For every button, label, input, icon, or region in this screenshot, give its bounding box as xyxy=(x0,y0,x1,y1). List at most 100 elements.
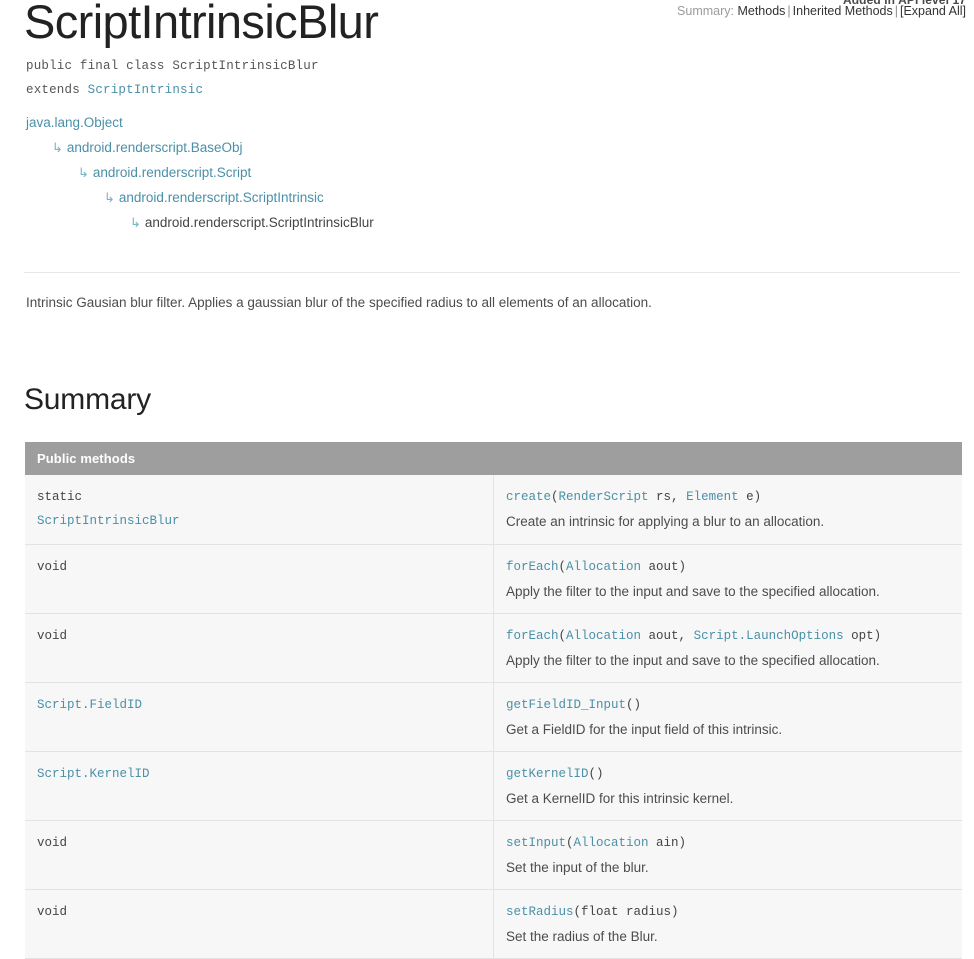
extends-keyword: extends xyxy=(26,83,80,97)
method-name-link[interactable]: Allocation xyxy=(566,629,641,643)
inheritance-node-label: android.renderscript.ScriptIntrinsicBlur xyxy=(144,215,374,230)
return-type-link[interactable]: ScriptIntrinsicBlur xyxy=(37,514,180,528)
table-row: static ScriptIntrinsicBlur create(RenderSc… xyxy=(25,475,962,545)
method-description: Get a KernelID for this intrinsic kernel… xyxy=(506,791,734,806)
table-row: void setInput(Allocation ain) Set the inpu… xyxy=(25,820,962,890)
method-name-link[interactable]: create xyxy=(506,490,551,504)
method-signature-text: e) xyxy=(738,490,762,504)
method-signature-text: aout) xyxy=(641,560,687,574)
return-type-modifier: static xyxy=(37,490,83,504)
return-type-modifier: void xyxy=(37,905,68,919)
method-signature-cell: getKernelID() Get a KernelID for this int… xyxy=(493,751,962,821)
method-signature-text: () xyxy=(588,767,604,781)
method-signature: getKernelID() xyxy=(506,762,954,786)
table-row: void forEach(Allocation aout, Script.Laun… xyxy=(25,613,962,683)
method-signature: setRadius(float radius) xyxy=(506,900,954,924)
method-name-link[interactable]: setInput xyxy=(506,836,566,850)
method-signature-cell: getFieldID_Input() Get a FieldID for the … xyxy=(493,682,962,752)
summary-nav-expand-all[interactable]: [Expand All] xyxy=(900,4,966,18)
method-name-link[interactable]: getFieldID_Input xyxy=(506,698,626,712)
table-row: Script.KernelID getKernelID() Get a Kernel… xyxy=(25,751,962,821)
method-signature-text: ( xyxy=(558,629,567,643)
method-description: Set the radius of the Blur. xyxy=(506,929,658,944)
tree-branch-arrow-icon: ↳ xyxy=(52,140,63,155)
method-return-type-cell: void xyxy=(25,544,494,614)
method-return-type-cell: static ScriptIntrinsicBlur xyxy=(25,475,494,545)
method-return-type-cell: void xyxy=(25,613,494,683)
return-type-modifier: void xyxy=(37,560,68,574)
section-divider xyxy=(24,272,960,273)
method-name-link[interactable]: RenderScript xyxy=(559,490,649,504)
method-signature-cell: forEach(Allocation aout) Apply the filter… xyxy=(493,544,962,614)
tree-branch-arrow-icon: ↳ xyxy=(78,165,89,180)
method-signature: create(RenderScript rs, Element e) xyxy=(506,485,954,509)
summary-nav-separator-1: | xyxy=(787,4,791,18)
summary-nav-methods[interactable]: Methods xyxy=(737,4,785,18)
table-header-public-methods: Public methods xyxy=(25,442,962,475)
return-type-link[interactable]: Script.KernelID xyxy=(37,767,150,781)
class-signature-extends: extends ScriptIntrinsic xyxy=(26,78,319,102)
class-signature: public final class ScriptIntrinsicBlur e… xyxy=(26,54,319,102)
inheritance-node-label[interactable]: android.renderscript.Script xyxy=(93,165,251,180)
method-signature-text: ( xyxy=(551,490,559,504)
public-methods-table: Public methods static ScriptIntrinsicBlur… xyxy=(25,442,962,959)
method-return-type-cell: Script.FieldID xyxy=(25,682,494,752)
method-name-link[interactable]: setRadius xyxy=(506,905,574,919)
summary-nav-label: Summary: xyxy=(677,4,734,18)
method-name-link[interactable]: getKernelID xyxy=(506,767,589,781)
summary-nav: Summary: Methods | Inherited Methods | [Expa… xyxy=(677,4,966,18)
tree-branch-arrow-icon: ↳ xyxy=(130,215,141,230)
inheritance-node[interactable]: java.lang.Object xyxy=(26,110,374,135)
inheritance-node-label[interactable]: android.renderscript.ScriptIntrinsic xyxy=(119,190,324,205)
method-description: Create an intrinsic for applying a blur … xyxy=(506,514,825,529)
method-description: Apply the filter to the input and save t… xyxy=(506,584,880,599)
inheritance-tree: java.lang.Object ↳ android.renderscript.Ba… xyxy=(26,110,374,235)
inheritance-node[interactable]: ↳ android.renderscript.ScriptIntrinsic xyxy=(26,185,374,210)
page-title: ScriptIntrinsicBlur xyxy=(24,0,379,48)
return-type-modifier: void xyxy=(37,836,68,850)
method-signature: setInput(Allocation ain) xyxy=(506,831,954,855)
method-signature-text: ain) xyxy=(648,836,687,850)
method-signature-cell: forEach(Allocation aout, Script.LaunchOp… xyxy=(493,613,962,683)
method-name-link[interactable]: Element xyxy=(686,490,739,504)
method-name-link[interactable]: Script.LaunchOptions xyxy=(694,629,844,643)
table-row: void forEach(Allocation aout) Apply the fi… xyxy=(25,544,962,614)
inheritance-node[interactable]: ↳ android.renderscript.Script xyxy=(26,160,374,185)
inheritance-node: ↳ android.renderscript.ScriptIntrinsicBlu… xyxy=(26,210,374,235)
method-signature-cell: setInput(Allocation ain) Set the input of… xyxy=(493,820,962,890)
class-description: Intrinsic Gausian blur filter. Applies a… xyxy=(26,295,652,310)
tree-branch-arrow-icon: ↳ xyxy=(104,190,115,205)
method-description: Set the input of the blur. xyxy=(506,860,649,875)
table-header-row: Public methods xyxy=(25,442,962,475)
inheritance-node-label[interactable]: java.lang.Object xyxy=(26,115,123,130)
table-row: void setRadius(float radius) Set the radiu… xyxy=(25,889,962,959)
method-description: Get a FieldID for the input field of thi… xyxy=(506,722,783,737)
method-return-type-cell: Script.KernelID xyxy=(25,751,494,821)
method-signature: getFieldID_Input() xyxy=(506,693,954,717)
inheritance-node[interactable]: ↳ android.renderscript.BaseObj xyxy=(26,135,374,160)
summary-nav-inherited-methods[interactable]: Inherited Methods xyxy=(793,4,893,18)
method-signature: forEach(Allocation aout) xyxy=(506,555,954,579)
method-description: Apply the filter to the input and save t… xyxy=(506,653,880,668)
public-methods-table-head: Public methods xyxy=(25,442,962,475)
method-signature-text: ( xyxy=(558,560,567,574)
summary-nav-separator-2: | xyxy=(894,4,898,18)
summary-heading: Summary xyxy=(24,383,151,416)
method-signature-text: (float radius) xyxy=(573,905,679,919)
method-signature-text: opt) xyxy=(843,629,882,643)
method-return-type-cell: void xyxy=(25,889,494,959)
return-type-modifier: void xyxy=(37,629,68,643)
inheritance-node-label[interactable]: android.renderscript.BaseObj xyxy=(67,140,243,155)
method-signature: forEach(Allocation aout, Script.LaunchOp… xyxy=(506,624,954,648)
method-signature-text: ( xyxy=(566,836,574,850)
method-name-link[interactable]: Allocation xyxy=(574,836,649,850)
method-signature-cell: create(RenderScript rs, Element e) Create… xyxy=(493,475,962,545)
return-type-link[interactable]: Script.FieldID xyxy=(37,698,142,712)
method-name-link[interactable]: Allocation xyxy=(566,560,641,574)
api-reference-page: Added in API level 17 Summary: Methods | I… xyxy=(0,0,974,959)
extends-type-link[interactable]: ScriptIntrinsic xyxy=(88,83,204,97)
method-name-link[interactable]: forEach xyxy=(506,629,559,643)
method-name-link[interactable]: forEach xyxy=(506,560,559,574)
method-signature-cell: setRadius(float radius) Set the radius of… xyxy=(493,889,962,959)
method-signature-text: rs, xyxy=(648,490,687,504)
